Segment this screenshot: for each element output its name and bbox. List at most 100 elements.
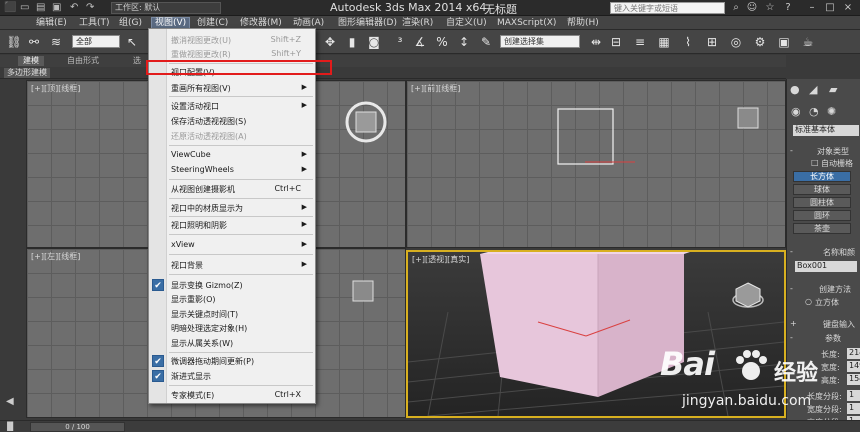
layer-manager-icon[interactable]: ≡ <box>632 34 648 50</box>
object-name-field[interactable]: Box001 <box>795 261 857 272</box>
create-tab-icon[interactable]: ● <box>790 83 800 96</box>
shapes-icon[interactable]: ◔ <box>809 105 819 118</box>
named-selection-dropdown[interactable]: 创建选择集 <box>500 35 580 48</box>
edit-named-selection-icon[interactable]: ✎ <box>478 34 494 50</box>
keyboard-shortcut-icon[interactable]: ▮ <box>344 34 360 50</box>
angle-snap-icon[interactable]: ∡ <box>412 34 428 50</box>
auto-grid-checkbox[interactable]: □ <box>811 158 819 167</box>
time-slider[interactable]: 0 / 100 <box>30 422 125 432</box>
geometry-icon[interactable]: ◉ <box>791 105 801 118</box>
percent-snap-icon[interactable]: % <box>434 34 450 50</box>
menu-group[interactable]: 组(G) <box>116 17 145 29</box>
sphere-button[interactable]: 球体 <box>793 184 851 195</box>
rollout-toggle-icon[interactable]: - <box>790 146 793 155</box>
menu-item-steeringwheels[interactable]: SteeringWheels ▶ <box>171 165 307 174</box>
menu-edit[interactable]: 编辑(E) <box>33 17 70 29</box>
rollout-name-color[interactable]: 名称和颜 <box>823 247 855 258</box>
star-icon[interactable]: ☆ <box>764 2 776 14</box>
rollout-toggle-icon[interactable]: - <box>790 284 793 293</box>
menu-item-redraw-all-views[interactable]: 重画所有视图(V) ▶ <box>171 83 307 94</box>
menu-item-redo-view-change[interactable]: 重做视图更改(R) Shift+Y <box>171 49 307 60</box>
rollout-object-type[interactable]: 对象类型 <box>817 146 849 157</box>
lights-icon[interactable]: ✺ <box>827 105 836 118</box>
menu-item-show-ghosting[interactable]: 显示重影(O) <box>171 294 307 305</box>
menu-tools[interactable]: 工具(T) <box>76 17 113 29</box>
modify-tab-icon[interactable]: ◢ <box>809 83 817 96</box>
menu-item-viewport-background[interactable]: 视口背景 ▶ <box>171 260 307 271</box>
schematic-view-icon[interactable]: ⊞ <box>704 34 720 50</box>
viewcube-left[interactable] <box>349 277 377 305</box>
search-icon[interactable]: ⌕ <box>730 2 742 14</box>
menu-item-show-key-times[interactable]: 显示关键点时间(T) <box>171 309 307 320</box>
menu-item-shade-selected[interactable]: 明暗处理选定对象(H) <box>171 323 307 334</box>
graphite-tools-icon[interactable]: ▦ <box>656 34 672 50</box>
menu-item-show-transform-gizmo[interactable]: 显示变换 Gizmo(Z) <box>171 280 307 291</box>
viewport-front[interactable]: [+][前][线框] <box>406 80 786 248</box>
cylinder-button[interactable]: 圆柱体 <box>793 197 851 208</box>
menu-graph-editors[interactable]: 图形编辑器(D) <box>335 17 400 29</box>
mirror-icon[interactable]: ⇹ <box>588 34 604 50</box>
link-icon[interactable]: ⛓ <box>6 34 22 50</box>
render-setup-icon[interactable]: ⚙ <box>752 34 768 50</box>
maximize-icon[interactable]: □ <box>824 2 836 14</box>
select-manipulate-icon[interactable]: ✥ <box>322 34 338 50</box>
help-icon[interactable]: ? <box>782 2 794 14</box>
redo-icon[interactable]: ↷ <box>86 2 94 13</box>
close-icon[interactable]: × <box>842 2 854 14</box>
rollout-toggle-icon[interactable]: + <box>790 319 797 328</box>
menu-item-show-dependencies[interactable]: 显示从属关系(W) <box>171 338 307 349</box>
render-teapot-icon[interactable]: ☕ <box>800 34 816 50</box>
viewcube-top[interactable] <box>343 99 389 145</box>
viewport-label[interactable]: [+][顶][线框] <box>31 83 80 94</box>
subtab-polygon-modeling[interactable]: 多边形建模 <box>4 68 50 78</box>
menu-item-set-active-viewport[interactable]: 设置活动视口 ▶ <box>171 101 307 112</box>
cube-radio[interactable]: ○ <box>805 297 812 306</box>
menu-item-undo-view-change[interactable]: 撤消视图更改(U) Shift+Z <box>171 35 307 46</box>
menu-item-create-camera-from-view[interactable]: 从视图创建摄影机 Ctrl+C <box>171 184 307 195</box>
rollout-toggle-icon[interactable]: - <box>790 333 793 342</box>
menu-item-restore-active-perspective[interactable]: 还原活动透视视图(A) <box>171 131 307 142</box>
user-icon[interactable]: ☺ <box>746 2 758 14</box>
snap-toggle-icon[interactable]: ◙ <box>366 34 382 50</box>
layout-icon[interactable]: ▐▌ <box>4 422 16 431</box>
hierarchy-tab-icon[interactable]: ▰ <box>829 83 837 96</box>
open-file-icon[interactable]: ▤ <box>36 2 45 13</box>
viewcube-front[interactable] <box>735 105 761 131</box>
new-file-icon[interactable]: ▭ <box>20 2 29 13</box>
rendered-frame-icon[interactable]: ▣ <box>776 34 792 50</box>
material-editor-icon[interactable]: ◎ <box>728 34 744 50</box>
menu-item-viewcube[interactable]: ViewCube ▶ <box>171 150 307 159</box>
bind-space-warp-icon[interactable]: ≋ <box>48 34 64 50</box>
rollout-toggle-icon[interactable]: - <box>790 247 793 256</box>
snap-3d-icon[interactable]: ³ <box>392 34 408 50</box>
spinner-snap-icon[interactable]: ↕ <box>456 34 472 50</box>
curve-editor-icon[interactable]: ⌇ <box>680 34 696 50</box>
undo-icon[interactable]: ↶ <box>70 2 78 13</box>
tab-freeform[interactable]: 自由形式 <box>62 56 104 66</box>
expand-arrow-icon[interactable]: ◀ <box>6 396 14 407</box>
select-object-icon[interactable]: ↖ <box>124 34 140 50</box>
rollout-keyboard-entry[interactable]: 键盘输入 <box>823 319 855 330</box>
primitive-type-dropdown[interactable]: 标准基本体 <box>793 125 859 136</box>
minimize-icon[interactable]: – <box>806 2 818 14</box>
menu-item-progressive-display[interactable]: 渐进式显示 <box>171 371 307 382</box>
menu-item-material-display[interactable]: 视口中的材质显示为 ▶ <box>171 203 307 214</box>
align-icon[interactable]: ⊟ <box>608 34 624 50</box>
selection-filter-dropdown[interactable]: 全部 <box>72 35 120 48</box>
menu-item-lighting-shadows[interactable]: 视口照明和阴影 ▶ <box>171 220 307 231</box>
menu-item-update-during-spinner-drag[interactable]: 微调器拖动期间更新(P) <box>171 356 307 367</box>
viewcube-perspective[interactable] <box>730 278 766 314</box>
viewport-label[interactable]: [+][左][线框] <box>31 251 80 262</box>
rollout-creation-method[interactable]: 创建方法 <box>819 284 851 295</box>
menu-item-save-active-perspective[interactable]: 保存活动透视视图(S) <box>171 116 307 127</box>
menu-item-expert-mode[interactable]: 专家模式(E) Ctrl+X <box>171 390 307 401</box>
app-menu-icon[interactable]: ⬛ <box>4 2 16 13</box>
box-button[interactable]: 长方体 <box>793 171 851 182</box>
torus-button[interactable]: 圆环 <box>793 210 851 221</box>
menu-rendering[interactable]: 渲染(R) <box>399 17 436 29</box>
workspace-dropdown[interactable]: 工作区: 默认 <box>111 2 221 14</box>
save-icon[interactable]: ▣ <box>52 2 61 13</box>
search-input[interactable]: 键入关键字或短语 <box>610 2 725 14</box>
menu-customize[interactable]: 自定义(U) <box>443 17 490 29</box>
tab-selection[interactable]: 选 <box>128 56 146 66</box>
